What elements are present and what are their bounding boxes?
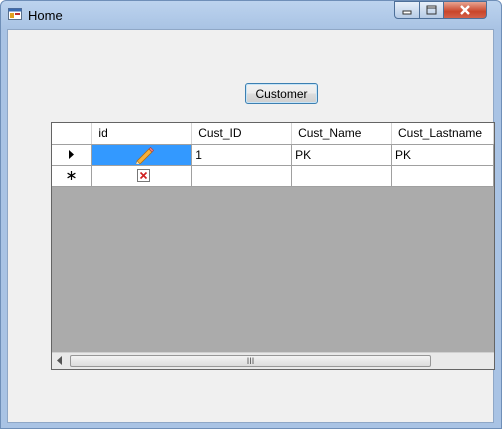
cell-cust-name[interactable] [291, 165, 392, 187]
window-title: Home [28, 8, 63, 23]
cell-id[interactable] [91, 144, 193, 166]
column-header-cust-id[interactable]: Cust_ID [191, 123, 293, 145]
table-row[interactable] [52, 165, 494, 187]
scrollbar-grip: III [246, 356, 255, 366]
column-header-cust-lastname[interactable]: Cust_Lastname [391, 123, 494, 145]
minimize-icon [402, 10, 412, 15]
cell-cust-lastname[interactable]: PK [391, 144, 494, 166]
table-row[interactable]: 1 PK PK [52, 144, 494, 166]
cell-cust-lastname[interactable] [391, 165, 494, 187]
maximize-icon [426, 5, 437, 15]
app-icon [8, 8, 22, 20]
column-header-id[interactable]: id [91, 123, 193, 145]
row-header[interactable] [52, 165, 93, 187]
pencil-icon [135, 146, 155, 164]
close-icon [460, 5, 470, 15]
close-button[interactable] [443, 1, 487, 19]
column-header-cust-name[interactable]: Cust_Name [291, 123, 392, 145]
customer-data-grid[interactable]: id Cust_ID Cust_Name Cust_Lastname 1 PK … [51, 122, 495, 370]
broken-image-icon [136, 169, 150, 182]
form-client-area: Customer id Cust_ID Cust_Name Cust_Lastn… [7, 29, 495, 423]
customer-button[interactable]: Customer [245, 83, 318, 104]
current-row-arrow-icon [68, 149, 74, 159]
row-header[interactable] [52, 144, 93, 166]
cell-id[interactable] [91, 165, 193, 187]
title-bar[interactable]: Home [1, 1, 501, 29]
grid-table: id Cust_ID Cust_Name Cust_Lastname 1 PK … [52, 123, 494, 187]
scrollbar-thumb[interactable]: III [70, 355, 431, 367]
cell-cust-id[interactable] [191, 165, 293, 187]
grid-corner-cell[interactable] [52, 123, 93, 145]
horizontal-scrollbar[interactable]: III [52, 352, 494, 369]
new-row-asterisk-icon [67, 170, 76, 180]
scroll-left-arrow-icon[interactable] [57, 356, 62, 365]
minimize-button[interactable] [394, 1, 420, 19]
maximize-button[interactable] [419, 1, 444, 19]
grid-header-row: id Cust_ID Cust_Name Cust_Lastname [52, 123, 494, 145]
cell-cust-id[interactable]: 1 [191, 144, 293, 166]
home-window: Home Customer id Cust_ID Cust_Name Cust_… [0, 0, 502, 429]
cell-cust-name[interactable]: PK [291, 144, 392, 166]
